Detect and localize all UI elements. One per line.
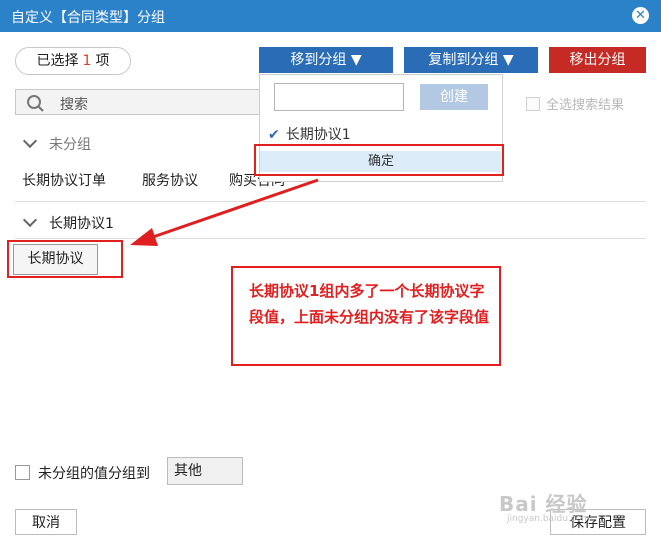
ungrouped-to-group-option[interactable]: 未分组的值分组到 xyxy=(15,463,150,483)
annotation-box: 长期协议1组内多了一个长期协议字段值，上面未分组内没有了该字段值 xyxy=(231,266,501,366)
watermark: Bai 经验 jingyan.baidu.com xyxy=(499,488,590,524)
ungrouped-checkbox[interactable] xyxy=(15,465,30,480)
ungrouped-checkbox-label: 未分组的值分组到 xyxy=(38,466,150,482)
watermark-sub: jingyan.baidu.com xyxy=(507,514,591,524)
annotation-text: 长期协议1组内多了一个长期协议字段值，上面未分组内没有了该字段值 xyxy=(249,282,490,326)
other-group-field[interactable]: 其他 xyxy=(167,457,243,485)
watermark-text: Bai 经验 xyxy=(499,492,588,516)
cancel-button[interactable]: 取消 xyxy=(15,509,77,535)
